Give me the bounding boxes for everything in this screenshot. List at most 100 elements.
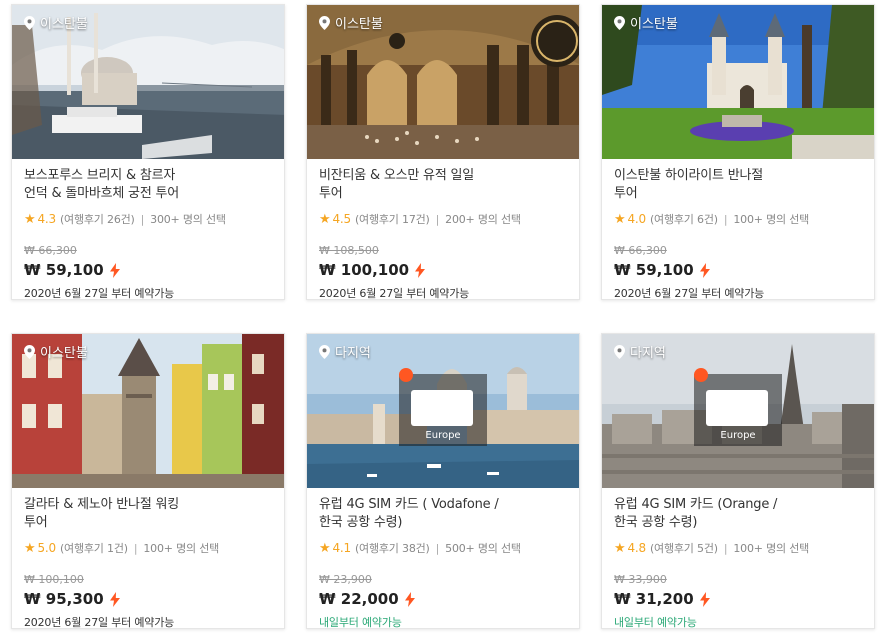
tour-card[interactable]: 이스탄불 이스탄불 하이라이트 반나절 투어 ★ 4.0 (여행후기 6건) |… — [601, 4, 875, 300]
map-pin-icon — [319, 15, 330, 30]
star-icon: ★ — [614, 540, 626, 556]
availability-text: 2020년 6월 27일 부터 예약가능 — [614, 287, 765, 300]
original-price: ₩ 66,300 — [614, 244, 667, 257]
location-tag: 다지역 — [319, 342, 371, 361]
location-label: 이스탄불 — [630, 17, 678, 32]
availability-text: 내일부터 예약가능 — [319, 616, 402, 629]
sale-price: ₩ 22,000 — [319, 590, 399, 608]
location-tag: 이스탄불 — [614, 13, 678, 32]
location-label: 이스탄불 — [40, 346, 88, 361]
lightning-icon — [699, 591, 710, 607]
rating-row: ★ 4.3 (여행후기 26건) | 300+ 명의 선택 — [24, 211, 272, 227]
chosen-count: 100+ 명의 선택 — [733, 213, 810, 226]
tour-title[interactable]: 갈라타 & 제노아 반나절 워킹 투어 — [24, 496, 272, 534]
location-label: 이스탄불 — [40, 17, 88, 32]
sale-price: ₩ 59,100 — [614, 261, 694, 279]
sale-price: ₩ 95,300 — [24, 590, 104, 608]
lightning-icon — [109, 591, 120, 607]
review-count: (여행후기 38건) — [354, 542, 430, 555]
rating-value: 5.0 — [37, 541, 56, 555]
tour-card[interactable]: 이스탄불 갈라타 & 제노아 반나절 워킹 투어 ★ 5.0 (여행후기 1건)… — [11, 333, 285, 629]
rating-value: 4.0 — [627, 212, 646, 226]
rating-value: 4.3 — [37, 212, 56, 226]
review-count: (여행후기 5건) — [649, 542, 718, 555]
rating-row: ★ 4.8 (여행후기 5건) | 100+ 명의 선택 — [614, 540, 862, 556]
review-count: (여행후기 6건) — [649, 213, 718, 226]
rating-value: 4.5 — [332, 212, 351, 226]
location-label: 이스탄불 — [335, 17, 383, 32]
original-price: ₩ 23,900 — [319, 573, 372, 586]
sale-price-row: ₩ 100,100 — [319, 260, 567, 280]
availability-text: 내일부터 예약가능 — [614, 616, 697, 629]
rating-value: 4.1 — [332, 541, 351, 555]
sale-price-row: ₩ 59,100 — [614, 260, 862, 280]
tour-title[interactable]: 비잔티움 & 오스만 유적 일일 투어 — [319, 167, 567, 205]
map-pin-icon — [614, 344, 625, 359]
divider: | — [435, 541, 440, 555]
sim-region-label: Europe — [720, 430, 756, 441]
sim-region-label: Europe — [425, 430, 461, 441]
tour-card[interactable]: 이스탄불 보스포루스 브리지 & 참르자 언덕 & 돌마바흐체 궁전 투어 ★ … — [11, 4, 285, 300]
location-tag: 다지역 — [614, 342, 666, 361]
rating-row: ★ 4.0 (여행후기 6건) | 100+ 명의 선택 — [614, 211, 862, 227]
availability-text: 2020년 6월 27일 부터 예약가능 — [24, 616, 175, 629]
star-icon: ★ — [319, 540, 331, 556]
original-price: ₩ 100,100 — [24, 573, 84, 586]
lightning-icon — [109, 262, 120, 278]
divider: | — [723, 541, 728, 555]
sim-card-image — [706, 390, 768, 426]
tour-title[interactable]: 보스포루스 브리지 & 참르자 언덕 & 돌마바흐체 궁전 투어 — [24, 167, 272, 205]
tour-card[interactable]: 이스탄불 비잔티움 & 오스만 유적 일일 투어 ★ 4.5 (여행후기 17건… — [306, 4, 580, 300]
map-pin-icon — [614, 15, 625, 30]
availability-text: 2020년 6월 27일 부터 예약가능 — [319, 287, 470, 300]
chosen-count: 100+ 명의 선택 — [733, 542, 810, 555]
divider: | — [140, 212, 145, 226]
sale-price-row: ₩ 59,100 — [24, 260, 272, 280]
sale-price: ₩ 31,200 — [614, 590, 694, 608]
map-pin-icon — [24, 344, 35, 359]
map-pin-icon — [24, 15, 35, 30]
divider: | — [723, 212, 728, 226]
chosen-count: 500+ 명의 선택 — [445, 542, 521, 555]
original-price: ₩ 33,900 — [614, 573, 667, 586]
lightning-icon — [404, 591, 415, 607]
sale-price-row: ₩ 95,300 — [24, 589, 272, 609]
tour-card[interactable]: Europe 다지역 유럽 4G SIM 카드 (Orange / 한국 공항 … — [601, 333, 875, 629]
lightning-icon — [699, 262, 710, 278]
sale-price: ₩ 100,100 — [319, 261, 410, 279]
review-count: (여행후기 17건) — [354, 213, 430, 226]
review-count: (여행후기 26건) — [59, 213, 135, 226]
star-icon: ★ — [614, 211, 626, 227]
chosen-count: 100+ 명의 선택 — [143, 542, 220, 555]
sim-badge-icon — [694, 368, 708, 382]
location-label: 다지역 — [630, 346, 666, 361]
paris-sim-photo: Europe 다지역 — [602, 334, 874, 488]
bosphorus-mosque-photo: 이스탄불 — [12, 5, 284, 159]
divider: | — [435, 212, 440, 226]
hagia-sophia-interior-photo: 이스탄불 — [307, 5, 579, 159]
tour-title[interactable]: 유럽 4G SIM 카드 ( Vodafone / 한국 공항 수령) — [319, 496, 567, 534]
rating-row: ★ 5.0 (여행후기 1건) | 100+ 명의 선택 — [24, 540, 272, 556]
location-tag: 이스탄불 — [319, 13, 383, 32]
tour-title[interactable]: 유럽 4G SIM 카드 (Orange / 한국 공항 수령) — [614, 496, 862, 534]
venice-sim-photo: Europe 다지역 — [307, 334, 579, 488]
topkapi-gate-photo: 이스탄불 — [602, 5, 874, 159]
availability-text: 2020년 6월 27일 부터 예약가능 — [24, 287, 175, 300]
rating-value: 4.8 — [627, 541, 646, 555]
original-price: ₩ 66,300 — [24, 244, 77, 257]
tour-title[interactable]: 이스탄불 하이라이트 반나절 투어 — [614, 167, 862, 205]
divider: | — [133, 541, 138, 555]
location-label: 다지역 — [335, 346, 371, 361]
original-price: ₩ 108,500 — [319, 244, 379, 257]
star-icon: ★ — [24, 211, 36, 227]
location-tag: 이스탄불 — [24, 342, 88, 361]
sim-badge-icon — [399, 368, 413, 382]
star-icon: ★ — [319, 211, 331, 227]
review-count: (여행후기 1건) — [59, 542, 128, 555]
map-pin-icon — [319, 344, 330, 359]
tour-card[interactable]: Europe 다지역 유럽 4G SIM 카드 ( Vodafone / 한국 … — [306, 333, 580, 629]
sale-price: ₩ 59,100 — [24, 261, 104, 279]
chosen-count: 300+ 명의 선택 — [150, 213, 226, 226]
sale-price-row: ₩ 31,200 — [614, 589, 862, 609]
location-tag: 이스탄불 — [24, 13, 88, 32]
